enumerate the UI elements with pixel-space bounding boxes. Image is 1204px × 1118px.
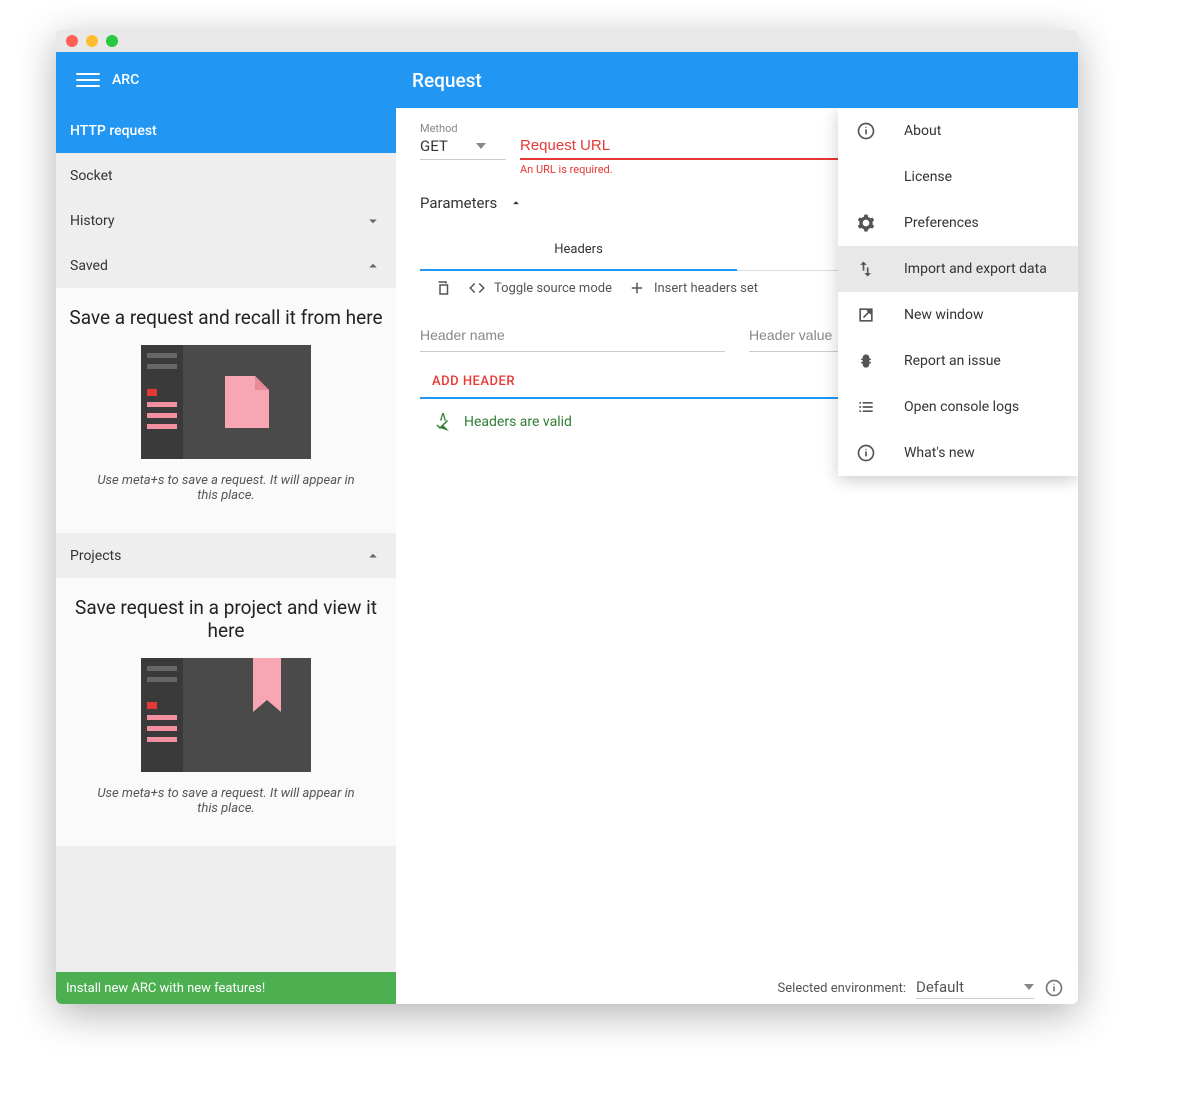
insert-headers-button[interactable]: Insert headers set xyxy=(628,279,758,297)
env-value: Default xyxy=(916,978,964,996)
chevron-up-icon xyxy=(509,196,523,210)
method-select[interactable]: GET xyxy=(420,137,506,160)
menu-item-console-logs[interactable]: Open console logs xyxy=(838,384,1078,430)
sidebar-item-http-request[interactable]: HTTP request xyxy=(56,108,396,153)
projects-illustration xyxy=(141,658,311,772)
sidebar-item-socket[interactable]: Socket xyxy=(56,153,396,198)
toggle-source-button[interactable]: Toggle source mode xyxy=(468,279,612,297)
chevron-up-icon xyxy=(364,257,382,275)
chevron-down-icon xyxy=(364,212,382,230)
menu-item-whats-new[interactable]: What's new xyxy=(838,430,1078,476)
gear-icon xyxy=(856,213,876,233)
menu-item-label: New window xyxy=(904,307,983,323)
projects-empty-panel: Save request in a project and view it he… xyxy=(56,578,396,846)
menu-item-import-export[interactable]: Import and export data xyxy=(838,246,1078,292)
chevron-up-icon xyxy=(364,547,382,565)
minimize-window-button[interactable] xyxy=(86,35,98,47)
sidebar-item-label: HTTP request xyxy=(70,123,157,139)
dropdown-arrow-icon xyxy=(1024,984,1034,990)
install-banner[interactable]: Install new ARC with new features! xyxy=(56,972,396,1004)
header-name-input[interactable] xyxy=(420,319,725,352)
import-export-icon xyxy=(856,259,876,279)
tab-headers[interactable]: Headers xyxy=(420,230,737,271)
spellcheck-icon xyxy=(434,413,452,431)
close-window-button[interactable] xyxy=(66,35,78,47)
menu-item-label: Preferences xyxy=(904,215,979,231)
copy-button[interactable] xyxy=(434,279,452,297)
sidebar-item-label: Saved xyxy=(70,258,108,274)
overflow-menu: About License Preferences Import and exp… xyxy=(838,108,1078,476)
parameters-label: Parameters xyxy=(420,194,497,212)
menu-item-new-window[interactable]: New window xyxy=(838,292,1078,338)
projects-empty-hint: Use meta+s to save a request. It will ap… xyxy=(66,786,386,816)
method-label: Method xyxy=(420,122,506,135)
env-label: Selected environment: xyxy=(778,981,906,996)
info-icon xyxy=(856,121,876,141)
bookmark-icon xyxy=(253,658,281,712)
titlebar xyxy=(56,30,1078,52)
app-header: ARC Request xyxy=(56,52,1078,108)
file-icon xyxy=(225,376,269,428)
plus-icon xyxy=(628,279,646,297)
app-window: ARC Request HTTP request Socket History … xyxy=(56,30,1078,1004)
projects-empty-title: Save request in a project and view it he… xyxy=(66,596,386,642)
menu-icon[interactable] xyxy=(76,68,100,92)
menu-item-label: Import and export data xyxy=(904,261,1047,277)
copy-icon xyxy=(434,279,452,297)
bug-icon xyxy=(856,351,876,371)
saved-illustration xyxy=(141,345,311,459)
page-title: Request xyxy=(412,69,482,92)
method-value: GET xyxy=(420,137,448,155)
info-icon[interactable] xyxy=(1044,978,1064,998)
code-icon xyxy=(468,279,486,297)
sidebar: HTTP request Socket History Saved Save a… xyxy=(56,108,396,972)
saved-empty-panel: Save a request and recall it from here xyxy=(56,288,396,533)
sidebar-item-history[interactable]: History xyxy=(56,198,396,243)
menu-item-label: License xyxy=(904,169,952,185)
menu-item-license[interactable]: License xyxy=(838,154,1078,200)
saved-empty-hint: Use meta+s to save a request. It will ap… xyxy=(66,473,386,503)
menu-item-preferences[interactable]: Preferences xyxy=(838,200,1078,246)
menu-item-label: About xyxy=(904,123,941,139)
blank-icon xyxy=(856,167,876,187)
headers-valid-text: Headers are valid xyxy=(464,414,572,430)
status-bar: Install new ARC with new features! Selec… xyxy=(56,972,1078,1004)
saved-empty-title: Save a request and recall it from here xyxy=(66,306,386,329)
toggle-source-label: Toggle source mode xyxy=(494,281,612,296)
sidebar-item-label: Projects xyxy=(70,548,121,564)
sidebar-item-projects[interactable]: Projects xyxy=(56,533,396,578)
main-panel: Method GET An URL is required. Parameter… xyxy=(396,108,1078,972)
menu-item-label: Report an issue xyxy=(904,353,1001,369)
add-header-button[interactable]: ADD HEADER xyxy=(420,374,515,389)
menu-item-report-issue[interactable]: Report an issue xyxy=(838,338,1078,384)
menu-item-about[interactable]: About xyxy=(838,108,1078,154)
sidebar-item-saved[interactable]: Saved xyxy=(56,243,396,288)
insert-headers-label: Insert headers set xyxy=(654,281,758,296)
maximize-window-button[interactable] xyxy=(106,35,118,47)
open-new-icon xyxy=(856,305,876,325)
environment-select[interactable]: Default xyxy=(916,978,1034,999)
list-icon xyxy=(856,397,876,417)
sidebar-item-label: Socket xyxy=(70,168,113,184)
info-icon xyxy=(856,443,876,463)
install-banner-text: Install new ARC with new features! xyxy=(66,981,265,996)
app-name: ARC xyxy=(112,72,139,88)
dropdown-arrow-icon xyxy=(476,143,486,149)
menu-item-label: What's new xyxy=(904,445,975,461)
sidebar-item-label: History xyxy=(70,213,115,229)
menu-item-label: Open console logs xyxy=(904,399,1019,415)
